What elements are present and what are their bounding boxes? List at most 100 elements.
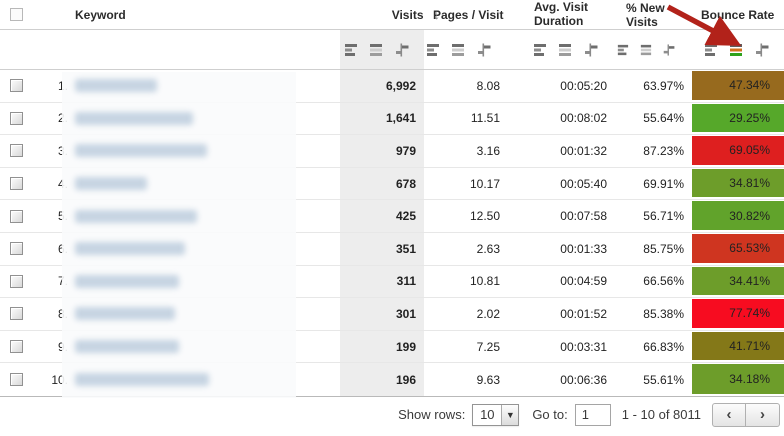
newvisits-comparison-view-icon[interactable] — [640, 43, 654, 57]
next-page-button[interactable]: › — [746, 402, 780, 427]
show-rows-select[interactable]: 10 ▼ — [472, 403, 520, 426]
row-checkbox[interactable] — [10, 144, 23, 158]
bounce-rate-cell: 34.41% — [692, 266, 784, 296]
goto-page-input[interactable]: 1 — [574, 403, 611, 426]
visits-column-header[interactable]: Visits ↓ — [340, 7, 440, 22]
bounce-rate-cell: 77.74% — [692, 299, 784, 328]
visits-value: 199 — [340, 330, 424, 363]
visits-pivot-view-icon[interactable] — [394, 43, 410, 57]
pages-per-visit-value: 10.81 — [469, 274, 500, 289]
keyword-redacted[interactable] — [75, 79, 157, 93]
previous-page-button[interactable]: ‹ — [712, 402, 746, 427]
dropdown-caret-icon[interactable]: ▼ — [501, 404, 519, 425]
avg-visit-duration-value: 00:01:32 — [560, 143, 607, 158]
bounce-bar-view-icon[interactable] — [704, 43, 720, 57]
show-rows-label: Show rows: — [398, 407, 466, 423]
pct-new-visits-value: 85.75% — [643, 241, 684, 256]
pct-new-visits-value: 85.38% — [643, 306, 684, 321]
visits-header-label: Visits — [391, 7, 424, 22]
row-checkbox[interactable] — [10, 79, 23, 93]
avg-visit-duration-value: 00:08:02 — [560, 111, 607, 126]
pct-new-visits-column-header[interactable]: % New Visits — [617, 1, 692, 29]
pages-per-visit-value: 7.25 — [476, 339, 500, 354]
keyword-redacted[interactable] — [75, 144, 207, 158]
pages-pivot-view-icon[interactable] — [476, 43, 492, 57]
bounce-comparison-view-icon-active[interactable] — [729, 43, 745, 57]
row-checkbox[interactable] — [10, 274, 23, 288]
avg-visit-duration-column-header[interactable]: Avg. Visit Duration — [510, 0, 617, 29]
row-rank: 7. — [57, 274, 68, 289]
table-row: 5. 425 12.50 00:07:58 56.71% 30.82% — [0, 200, 784, 233]
bounce-rate-cell: 47.34% — [692, 71, 784, 100]
row-checkbox[interactable] — [10, 340, 23, 354]
chevron-left-icon: ‹ — [726, 406, 732, 424]
bounce-rate-cell: 69.05% — [692, 136, 784, 165]
table-header-row: Keyword Visits ↓ Pages / Visit Avg. Visi… — [0, 0, 784, 30]
row-rank: 5. — [57, 209, 68, 224]
row-rank: 10. — [51, 372, 68, 387]
pages-per-visit-value: 2.63 — [476, 241, 500, 256]
row-range-text: 1 - 10 of 8011 — [621, 407, 701, 423]
bounce-rate-cell: 34.81% — [692, 168, 784, 198]
visits-value: 678 — [340, 167, 424, 200]
keyword-column-header[interactable]: Keyword — [68, 8, 340, 22]
newvisits-bar-view-icon[interactable] — [617, 43, 631, 57]
row-checkbox[interactable] — [10, 307, 23, 321]
keyword-redacted[interactable] — [75, 307, 175, 321]
pages-per-visit-value: 9.63 — [476, 372, 500, 387]
keyword-redacted[interactable] — [75, 373, 209, 387]
duration-bar-view-icon[interactable] — [533, 43, 549, 57]
visits-value: 301 — [340, 298, 424, 330]
keyword-redacted[interactable] — [75, 340, 179, 354]
duration-pivot-view-icon[interactable] — [583, 43, 599, 57]
pct-new-visits-value: 69.91% — [643, 176, 684, 191]
pages-comparison-view-icon[interactable] — [451, 43, 467, 57]
row-rank: 2. — [57, 111, 68, 126]
keyword-redacted[interactable] — [75, 209, 197, 223]
table-row: 4. 678 10.17 00:05:40 69.91% 34.81% — [0, 167, 784, 201]
avg-visit-duration-value: 00:03:31 — [560, 339, 607, 354]
duration-comparison-view-icon[interactable] — [558, 43, 574, 57]
keyword-redacted[interactable] — [75, 274, 179, 288]
pages-per-visit-value: 3.16 — [476, 143, 500, 158]
visits-value: 351 — [340, 232, 424, 265]
chevron-right-icon: › — [760, 406, 765, 424]
row-checkbox[interactable] — [10, 111, 23, 125]
row-rank: 4. — [57, 176, 68, 191]
row-rank: 9. — [57, 339, 68, 354]
newvisits-pivot-view-icon[interactable] — [662, 43, 676, 57]
keyword-redacted[interactable] — [75, 111, 193, 125]
select-all-checkbox[interactable] — [10, 8, 23, 21]
visits-bar-view-icon[interactable] — [344, 43, 360, 57]
row-checkbox[interactable] — [10, 242, 23, 256]
visits-value: 311 — [340, 265, 424, 298]
pct-new-visits-value: 55.61% — [643, 372, 684, 387]
bounce-rate-cell: 65.53% — [692, 233, 784, 263]
pages-per-visit-value: 12.50 — [469, 209, 500, 224]
bounce-pivot-view-icon[interactable] — [754, 43, 770, 57]
row-checkbox[interactable] — [10, 373, 23, 387]
visits-value: 6,992 — [340, 70, 424, 102]
table-row: 10. 196 9.63 00:06:36 55.61% 34.18% — [0, 363, 784, 396]
pages-per-visit-value: 11.51 — [470, 111, 500, 126]
avg-visit-duration-value: 00:05:40 — [560, 176, 607, 191]
bounce-rate-column-header[interactable]: Bounce Rate — [692, 8, 784, 22]
row-checkbox[interactable] — [10, 177, 23, 191]
pct-new-visits-value: 56.71% — [643, 209, 684, 224]
visits-value: 979 — [340, 135, 424, 167]
visits-value: 425 — [340, 200, 424, 232]
bounce-rate-cell: 34.18% — [692, 364, 784, 394]
row-rank: 1. — [57, 78, 68, 93]
keyword-redacted[interactable] — [75, 242, 185, 256]
row-checkbox[interactable] — [10, 209, 23, 223]
keyword-redacted[interactable] — [75, 177, 147, 191]
row-rank: 3. — [57, 143, 68, 158]
pages-bar-view-icon[interactable] — [426, 43, 442, 57]
visits-comparison-view-icon[interactable] — [369, 43, 385, 57]
avg-visit-duration-value: 00:05:20 — [560, 78, 607, 93]
table-body: 1. 6,992 8.08 00:05:20 63.97% 47.34% 2. … — [0, 70, 784, 397]
pct-new-visits-value: 66.56% — [643, 274, 684, 289]
analytics-keyword-table: Keyword Visits ↓ Pages / Visit Avg. Visi… — [0, 0, 784, 436]
bounce-rate-cell: 30.82% — [692, 201, 784, 230]
avg-visit-duration-value: 00:06:36 — [560, 372, 607, 387]
